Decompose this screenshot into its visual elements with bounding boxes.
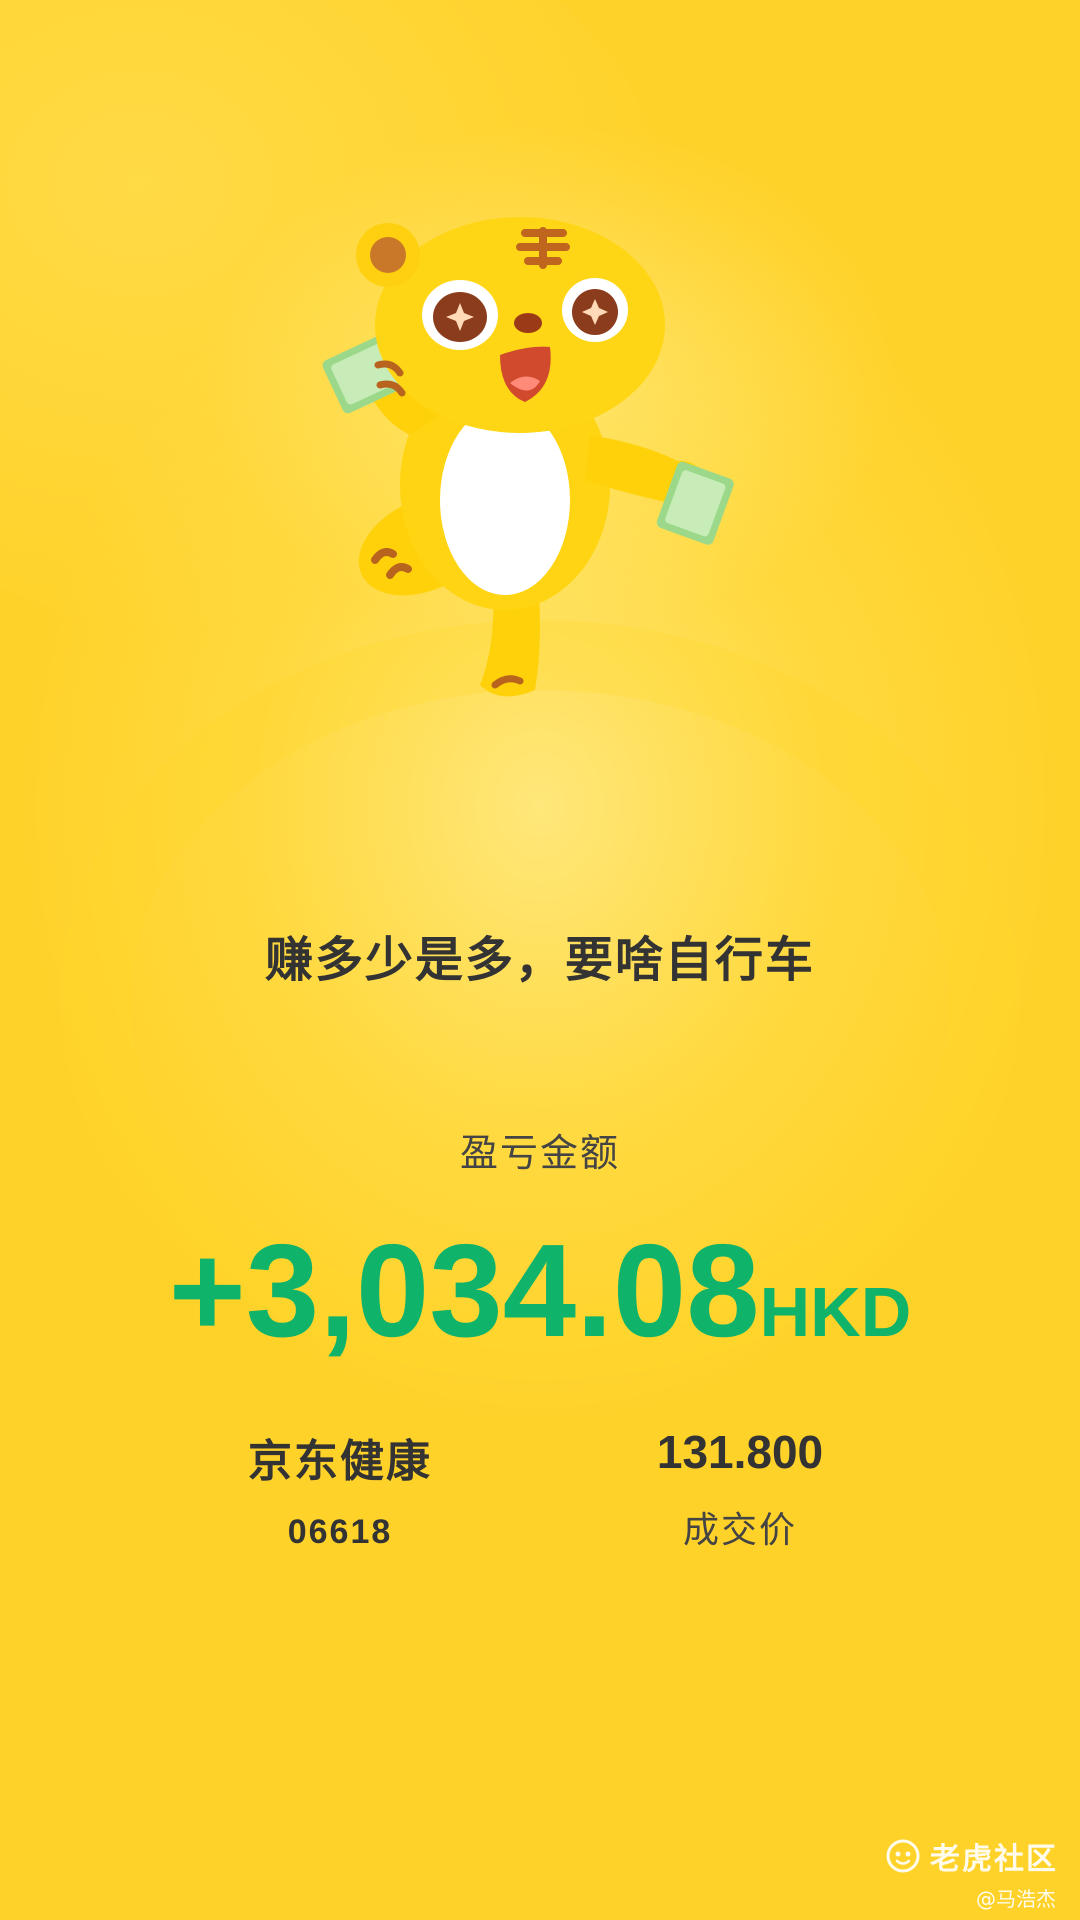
trade-price-value: 131.800 xyxy=(656,1426,824,1478)
profit-share-card: 赚多少是多，要啥自行车 盈亏金额 +3,034.08HKD 京东健康 06618… xyxy=(0,0,1080,1920)
stock-code: 06618 xyxy=(287,1513,393,1551)
tagline-text: 赚多少是多，要啥自行车 xyxy=(264,932,815,988)
watermark: 老虎社区 xyxy=(886,1834,1058,1878)
trade-price-label: 成交价 xyxy=(682,1510,797,1551)
tiger-logo-icon xyxy=(886,1839,920,1873)
price-info: 131.800 成交价 xyxy=(590,1425,890,1553)
pnl-currency: HKD xyxy=(759,1273,912,1351)
stock-info: 京东健康 06618 xyxy=(190,1425,490,1552)
pnl-label: 盈亏金额 xyxy=(459,1131,620,1175)
tiger-mascot-illustration xyxy=(322,217,734,697)
watermark-author: @马浩杰 xyxy=(976,1887,1056,1911)
stock-name: 京东健康 xyxy=(248,1436,432,1487)
pnl-amount-row: +3,034.08HKD xyxy=(0,1215,1080,1366)
watermark-brand: 老虎社区 xyxy=(930,1842,1058,1877)
pnl-amount: +3,034.08 xyxy=(168,1217,760,1364)
